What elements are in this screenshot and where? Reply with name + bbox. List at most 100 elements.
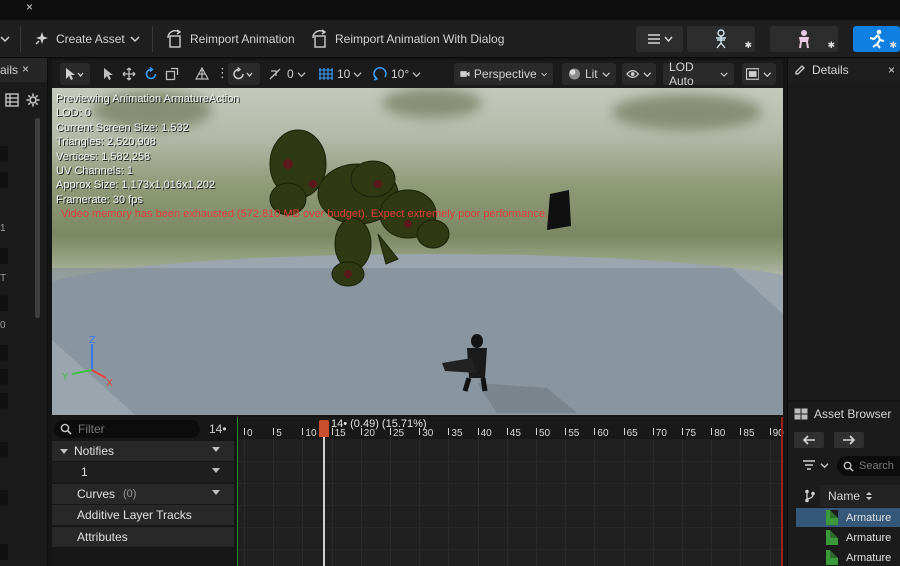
filter-dropdown[interactable]	[802, 459, 829, 471]
toolbar-menu-button[interactable]	[636, 26, 683, 52]
toolbar-overflow-chevron[interactable]	[0, 27, 10, 51]
stat-approx-size: Approx Size: 1,173x1,016x1,202	[56, 179, 216, 192]
coordinate-space-icon[interactable]	[195, 67, 209, 81]
chevron-down-icon[interactable]	[212, 468, 220, 473]
name-column-label: Name	[828, 489, 861, 503]
property-field[interactable]	[0, 544, 8, 560]
back-button[interactable]	[794, 432, 824, 448]
asset-row[interactable]: Armature	[796, 548, 900, 566]
source-control-icon[interactable]	[804, 489, 816, 503]
property-field[interactable]	[0, 248, 8, 264]
chevron-down-icon	[763, 71, 772, 77]
property-value: 1	[0, 223, 6, 234]
track-filter-input[interactable]: Filter	[54, 420, 200, 438]
chevron-down-icon[interactable]	[212, 490, 220, 495]
stat-screen-size: Current Screen Size: 1.532	[56, 121, 189, 134]
additive-layer-tracks-header[interactable]: Additive Layer Tracks	[52, 505, 234, 525]
curves-count: (0)	[123, 488, 137, 500]
translate-icon[interactable]	[122, 67, 136, 81]
property-field[interactable]	[0, 172, 8, 188]
expand-arrow-icon[interactable]	[60, 447, 68, 455]
property-field[interactable]	[0, 146, 8, 162]
create-asset-button[interactable]: Create Asset	[33, 27, 140, 51]
timeline-grid-line	[594, 439, 596, 566]
title-strip: ×	[0, 0, 900, 20]
notifies-label: Notifies	[74, 444, 115, 458]
ruler-tick	[302, 428, 304, 435]
mesh-mode-button[interactable]: ✱	[770, 26, 838, 52]
skeleton-mode-button[interactable]: ✱	[687, 26, 755, 52]
name-column-header[interactable]: Name	[820, 485, 900, 507]
property-field[interactable]	[0, 369, 8, 385]
reimport-animation-button[interactable]: Reimport Animation	[165, 27, 295, 51]
timeline-grid-line	[565, 439, 567, 566]
star-icon: ✱	[827, 40, 835, 50]
property-field[interactable]	[0, 490, 8, 506]
notifies-track-header[interactable]: Notifies	[52, 441, 234, 461]
left-panel-scrollbar[interactable]	[35, 118, 40, 318]
grid-view-icon[interactable]	[5, 93, 19, 107]
attributes-label: Attributes	[77, 530, 128, 544]
ruler-tick	[477, 428, 479, 435]
background-tree	[612, 94, 762, 130]
select-mode-button[interactable]	[60, 63, 90, 85]
angle-snap-toggle[interactable]: 10°	[372, 63, 421, 85]
asset-browser-tab[interactable]: Asset Browser	[788, 402, 900, 426]
cursor-icon[interactable]	[102, 63, 114, 85]
ruler-tick	[652, 428, 654, 435]
details-tab[interactable]: Details ×	[788, 58, 900, 82]
show-flags-dropdown[interactable]	[622, 63, 656, 85]
surface-snap-button[interactable]	[228, 63, 260, 85]
animation-mode-button[interactable]: ✱	[853, 26, 900, 52]
notify-track-row[interactable]: 1	[52, 462, 234, 482]
property-field[interactable]	[0, 345, 8, 361]
ruler-tick-label: 75	[685, 428, 697, 439]
timeline-panel[interactable]: 0 5 10 15 20 25 30 35 40 45 50 55 60 65 70 75 80 85 90 14•…	[237, 417, 784, 566]
grid-snap-value: 10	[337, 67, 351, 81]
ruler-tick-label: 85	[743, 428, 755, 439]
left-panel-tab-label[interactable]: ails	[0, 63, 18, 77]
mesh-icon	[799, 30, 809, 49]
ruler-tick-label: 10	[305, 428, 317, 439]
property-field[interactable]	[0, 295, 8, 311]
curves-label: Curves	[77, 487, 116, 501]
reimport-dialog-icon	[312, 29, 327, 48]
ruler-tick-label: 80	[714, 428, 726, 439]
asset-row[interactable]: Armature	[796, 508, 900, 527]
asset-search-input[interactable]: Search	[837, 456, 900, 476]
end-range-marker[interactable]	[781, 417, 783, 566]
lit-mode-dropdown[interactable]: Lit	[562, 63, 616, 85]
lod-dropdown[interactable]: LOD Auto	[663, 60, 734, 88]
curves-track-header[interactable]: Curves (0)	[52, 484, 234, 504]
left-details-panel: ails × 1 T 0	[0, 58, 48, 566]
reimport-with-dialog-button[interactable]: Reimport Animation With Dialog	[310, 27, 504, 51]
track-divider	[238, 527, 784, 528]
grid-snap-toggle[interactable]: 10	[318, 63, 362, 85]
stat-triangles: Triangles: 2,520,908	[56, 136, 156, 149]
surface-snap-icon	[233, 67, 253, 80]
property-field[interactable]	[0, 442, 8, 458]
x-axis-label: X	[106, 378, 113, 389]
property-field[interactable]	[0, 393, 8, 409]
playhead-handle[interactable]	[319, 420, 329, 437]
gear-icon[interactable]	[26, 93, 40, 107]
scale-icon[interactable]	[165, 67, 179, 81]
asset-name: Armature	[846, 551, 892, 564]
forward-button[interactable]	[834, 432, 864, 448]
close-icon[interactable]: ×	[22, 62, 29, 76]
attributes-track-header[interactable]: Attributes	[52, 527, 234, 547]
asset-row[interactable]: Armature	[796, 528, 900, 547]
perspective-dropdown[interactable]: Perspective	[454, 63, 553, 85]
rotation-snap-toggle[interactable]: 0	[268, 63, 306, 85]
preview-viewport[interactable]: Previewing Animation ArmatureAction LOD:…	[52, 88, 783, 415]
main-toolbar: Create Asset Reimport Animation Reimport…	[0, 20, 900, 58]
timeline-grid-line	[711, 439, 713, 566]
ruler-tick	[769, 428, 771, 435]
viewport-layout-dropdown[interactable]	[742, 63, 776, 85]
chevron-down-icon	[297, 71, 306, 77]
close-icon[interactable]: ×	[888, 63, 895, 77]
close-icon[interactable]: ×	[26, 0, 33, 14]
ruler-tick-label: 40	[480, 428, 492, 439]
rotate-icon[interactable]	[144, 67, 158, 81]
chevron-down-icon[interactable]	[212, 447, 220, 452]
